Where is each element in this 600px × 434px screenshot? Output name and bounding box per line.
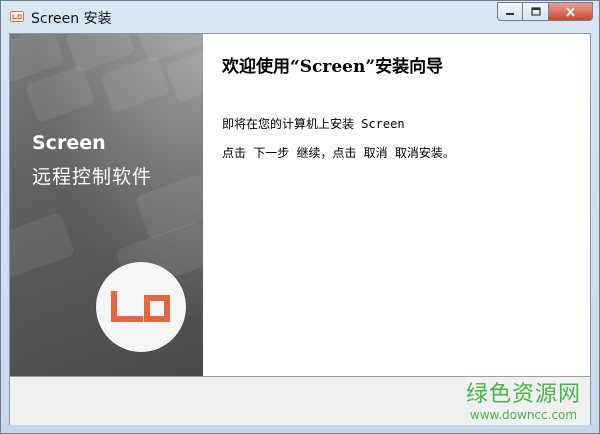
screen-logo-icon — [111, 291, 170, 322]
banner-product-subtitle: 远程控制软件 — [32, 166, 153, 188]
maximize-button[interactable] — [523, 2, 549, 21]
title-bar[interactable]: Screen 安装 — [1, 1, 599, 33]
installer-client-area: Screen 远程控制软件 欢迎使用“Screen”安装向导 即将在您的计算机上… — [9, 33, 591, 425]
install-info-text: 即将在您的计算机上安装 Screen — [222, 117, 405, 131]
side-banner: Screen 远程控制软件 — [10, 34, 203, 376]
close-button[interactable] — [549, 2, 593, 21]
close-icon — [566, 6, 575, 17]
watermark: 绿色资源网 www.downcc.com — [466, 382, 581, 422]
logo-badge — [96, 262, 186, 352]
screen-app-icon — [10, 11, 24, 22]
instruction-text: 点击 下一步 继续，点击 取消 取消安装。 — [222, 146, 455, 160]
window-controls — [497, 2, 593, 22]
installer-window: Screen 安装 Screen 远程控制软件 欢迎使用“Screen”安装向导… — [0, 0, 600, 434]
welcome-panel: 欢迎使用“Screen”安装向导 即将在您的计算机上安装 Screen 点击 下… — [203, 34, 590, 376]
welcome-heading: 欢迎使用“Screen”安装向导 — [222, 57, 444, 77]
watermark-title: 绿色资源网 — [465, 382, 581, 407]
watermark-url: www.downcc.com — [469, 408, 578, 422]
banner-product-name: Screen — [32, 132, 106, 154]
minimize-icon — [506, 12, 514, 15]
minimize-button[interactable] — [497, 2, 523, 21]
maximize-icon — [530, 7, 541, 16]
window-title: Screen 安装 — [31, 11, 112, 27]
